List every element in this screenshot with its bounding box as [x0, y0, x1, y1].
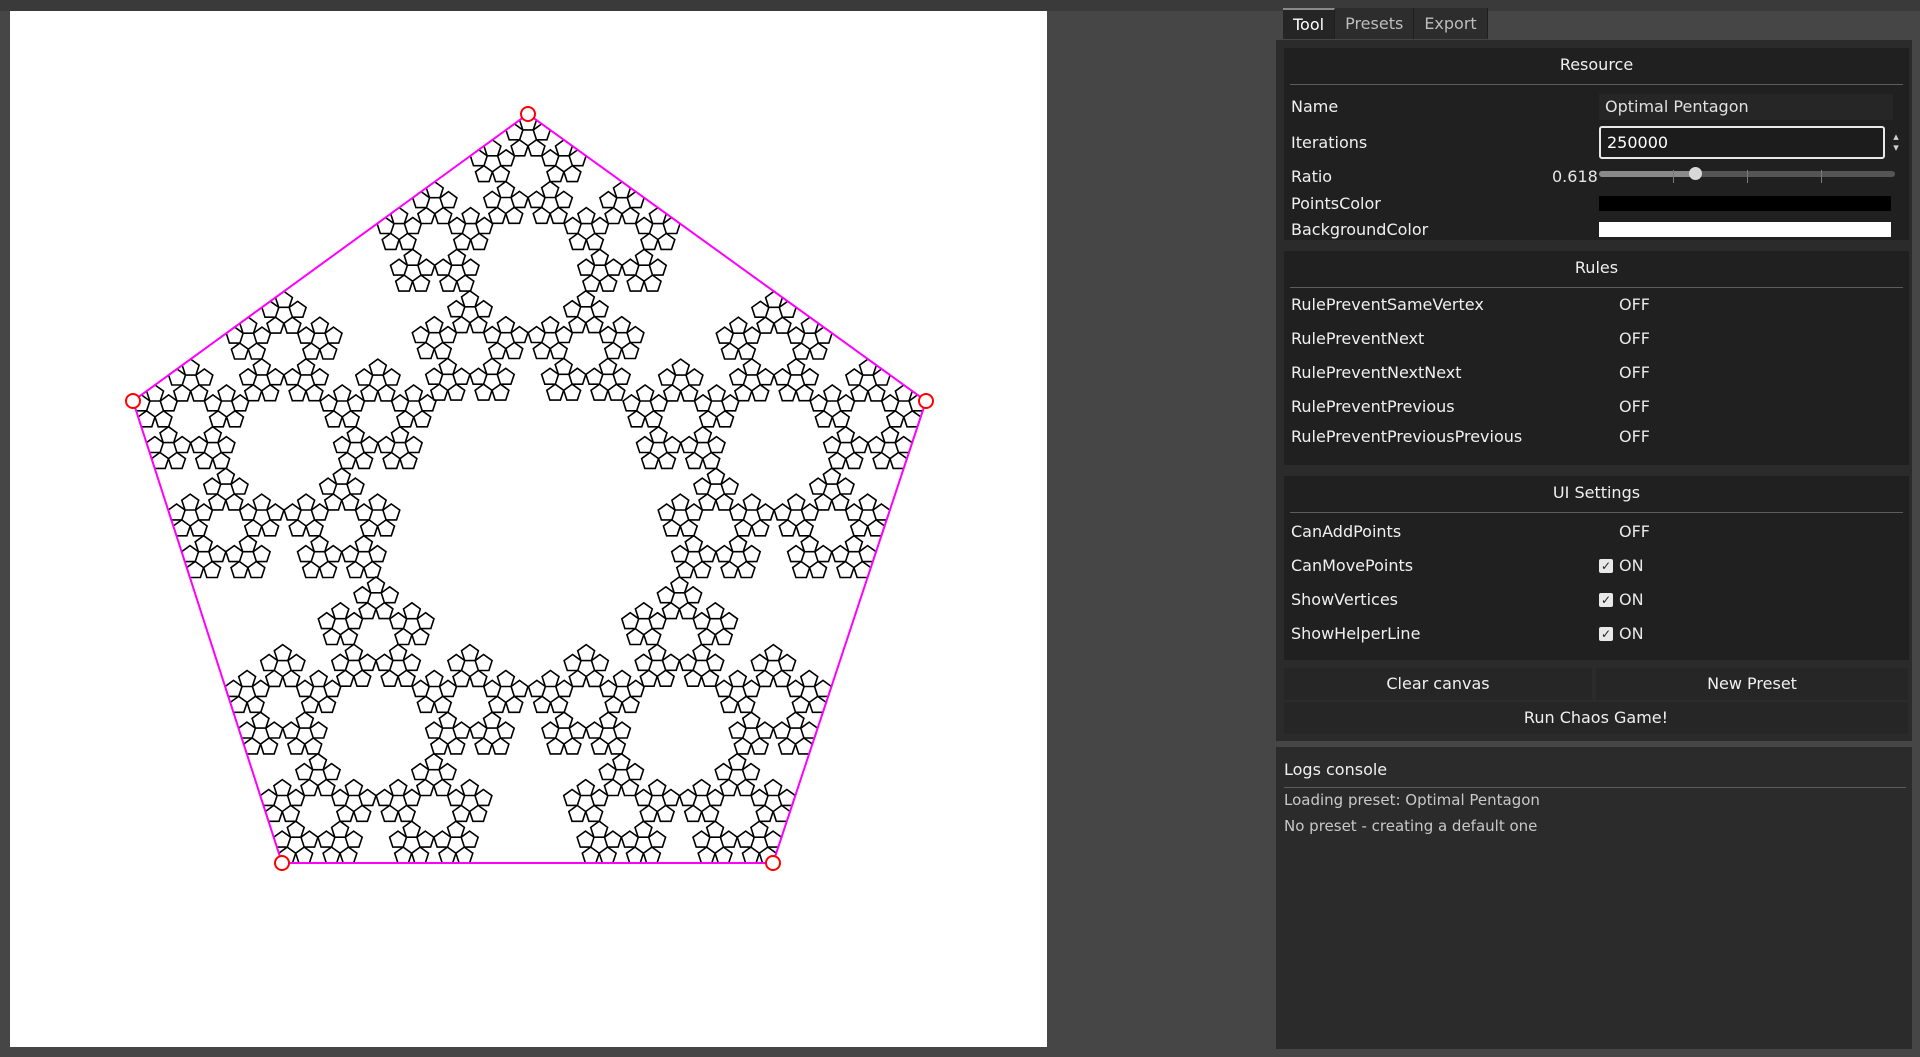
tab-export[interactable]: Export [1414, 8, 1488, 39]
ui-settings-title: UI Settings [1290, 476, 1903, 513]
ratio-label: Ratio [1291, 167, 1333, 186]
setting-label: CanAddPoints [1291, 522, 1402, 541]
iterations-row: Iterations ▴▾ [1291, 126, 1901, 160]
setting-label: CanMovePoints [1291, 556, 1414, 575]
checkbox-checked[interactable]: ✓ [1599, 592, 1613, 607]
rules-section-tail: RulePreventPreviousPrevious OFF [1284, 427, 1909, 465]
points-color-label: PointsColor [1291, 194, 1381, 213]
logs-title: Logs console [1284, 757, 1906, 788]
rule-label: RulePreventPrevious [1291, 397, 1455, 416]
background-color-label: BackgroundColor [1291, 220, 1429, 239]
rule-toggle[interactable]: OFF [1599, 295, 1650, 314]
rules-title: Rules [1290, 251, 1903, 288]
checkbox[interactable] [1599, 297, 1613, 312]
toggle-state: OFF [1619, 397, 1650, 416]
iterations-input[interactable] [1599, 126, 1885, 159]
iterations-label: Iterations [1291, 133, 1368, 152]
background-color-swatch[interactable] [1599, 222, 1891, 237]
run-chaos-game-button[interactable]: Run Chaos Game! [1284, 702, 1908, 734]
rule-label: RulePreventNextNext [1291, 363, 1462, 382]
name-field[interactable]: Optimal Pentagon [1599, 94, 1893, 120]
ratio-value: 0.618 [1552, 167, 1598, 186]
ratio-row: Ratio 0.618 [1291, 166, 1901, 188]
spinner-icon[interactable]: ▴ ▾ [1890, 131, 1902, 153]
rule-row: RulePreventNext OFF [1291, 329, 1901, 351]
tab-presets[interactable]: Presets [1335, 8, 1415, 39]
name-label: Name [1291, 97, 1339, 116]
log-line: Loading preset: Optimal Pentagon [1284, 791, 1540, 809]
name-row: Name Optimal Pentagon [1291, 94, 1901, 120]
log-line: No preset - creating a default one [1284, 817, 1538, 835]
setting-label: ShowVertices [1291, 590, 1398, 609]
toggle-state: ON [1619, 624, 1644, 643]
resource-title: Resource [1290, 48, 1903, 85]
fractal-plot[interactable] [10, 11, 1047, 1047]
toggle-state: OFF [1619, 363, 1650, 382]
rule-label: RulePreventNext [1291, 329, 1425, 348]
setting-row: ShowVertices ✓ ON [1291, 590, 1901, 612]
setting-row: ShowHelperLine ✓ ON [1291, 624, 1901, 646]
setting-row: CanMovePoints ✓ ON [1291, 556, 1901, 578]
checkbox-checked[interactable]: ✓ [1599, 626, 1613, 641]
rule-row: RulePreventPrevious OFF [1291, 397, 1901, 419]
setting-toggle[interactable]: ✓ ON [1599, 624, 1644, 643]
rule-toggle[interactable]: OFF [1599, 397, 1650, 416]
tool-panel: Resource Name Optimal Pentagon Iteration… [1276, 40, 1912, 741]
vertex-handle[interactable] [125, 393, 141, 409]
resource-section: Resource Name Optimal Pentagon Iteration… [1284, 48, 1909, 240]
vertex-handle[interactable] [274, 855, 290, 871]
rule-label: RulePreventSameVertex [1291, 295, 1484, 314]
toggle-state: OFF [1619, 329, 1650, 348]
logs-console: Logs console Loading preset: Optimal Pen… [1276, 747, 1912, 1049]
toggle-state: OFF [1619, 427, 1650, 446]
rule-toggle[interactable]: OFF [1599, 329, 1650, 348]
checkbox[interactable] [1599, 365, 1613, 380]
checkbox[interactable] [1599, 524, 1613, 539]
vertex-handle[interactable] [765, 855, 781, 871]
rule-toggle[interactable]: OFF [1599, 427, 1650, 446]
clear-canvas-button[interactable]: Clear canvas [1284, 668, 1592, 700]
new-preset-button[interactable]: New Preset [1596, 668, 1908, 700]
setting-label: ShowHelperLine [1291, 624, 1421, 643]
rules-section: Rules RulePreventSameVertex OFF RulePrev… [1284, 251, 1909, 427]
setting-row: CanAddPoints OFF [1291, 522, 1901, 544]
setting-toggle[interactable]: ✓ ON [1599, 590, 1644, 609]
vertex-handle[interactable] [520, 106, 536, 122]
slider-thumb[interactable] [1689, 167, 1702, 180]
checkbox[interactable] [1599, 331, 1613, 346]
background-color-row: BackgroundColor [1291, 220, 1901, 239]
checkbox[interactable] [1599, 399, 1613, 414]
rule-toggle[interactable]: OFF [1599, 363, 1650, 382]
setting-toggle[interactable]: OFF [1599, 522, 1650, 541]
ratio-slider[interactable] [1599, 166, 1895, 188]
ui-settings-section: UI Settings CanAddPoints OFF CanMovePoin… [1284, 476, 1909, 660]
title-bar [0, 0, 1920, 11]
drawing-canvas[interactable] [10, 11, 1047, 1047]
tab-bar: Tool Presets Export [1283, 8, 1488, 40]
vertex-handle[interactable] [918, 393, 934, 409]
points-color-swatch[interactable] [1599, 196, 1891, 211]
toggle-state: OFF [1619, 522, 1650, 541]
rule-row: RulePreventPreviousPrevious OFF [1291, 427, 1901, 449]
setting-toggle[interactable]: ✓ ON [1599, 556, 1644, 575]
toggle-state: ON [1619, 590, 1644, 609]
tab-tool[interactable]: Tool [1283, 8, 1336, 39]
checkbox-checked[interactable]: ✓ [1599, 558, 1613, 573]
rule-row: RulePreventNextNext OFF [1291, 363, 1901, 385]
helper-line [131, 112, 928, 864]
points-color-row: PointsColor [1291, 194, 1901, 213]
checkbox[interactable] [1599, 429, 1613, 444]
toggle-state: OFF [1619, 295, 1650, 314]
rule-row: RulePreventSameVertex OFF [1291, 295, 1901, 317]
fractal-points [132, 113, 927, 864]
rule-label: RulePreventPreviousPrevious [1291, 427, 1523, 446]
toggle-state: ON [1619, 556, 1644, 575]
